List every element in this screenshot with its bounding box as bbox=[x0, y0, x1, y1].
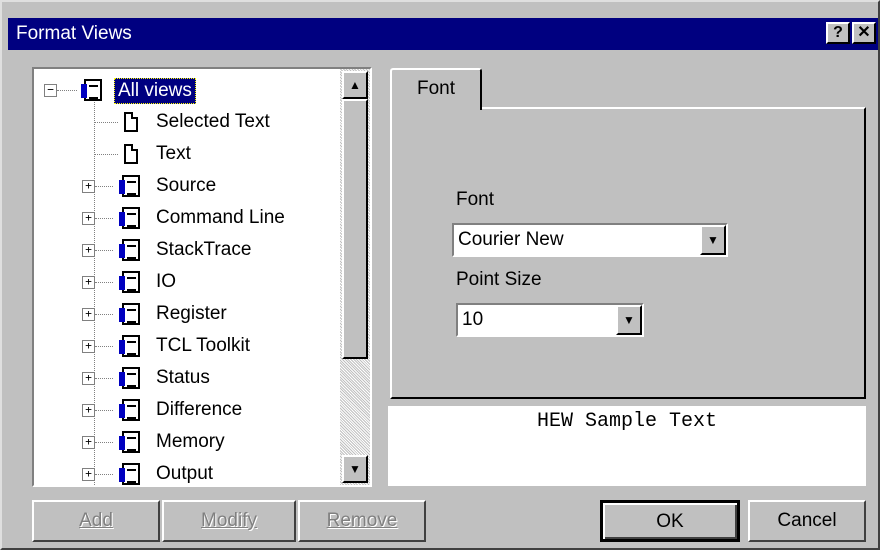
scroll-down-button[interactable]: ▼ bbox=[342, 455, 368, 483]
expand-icon[interactable]: + bbox=[82, 404, 95, 417]
tree-item-command-line[interactable]: + Command Line bbox=[34, 203, 340, 233]
font-dropdown-button[interactable]: ▼ bbox=[700, 225, 726, 255]
tree-item-source[interactable]: + Source bbox=[34, 171, 340, 201]
expand-icon[interactable]: + bbox=[82, 436, 95, 449]
font-select[interactable]: Courier New ▼ bbox=[452, 223, 728, 257]
tree-item-register[interactable]: + Register bbox=[34, 299, 340, 329]
collapse-icon[interactable]: − bbox=[44, 84, 57, 97]
close-button[interactable]: ✕ bbox=[852, 22, 876, 44]
tree-item-label: TCL Toolkit bbox=[156, 335, 250, 356]
tree-connector bbox=[95, 314, 113, 315]
tree-item-memory[interactable]: + Memory bbox=[34, 427, 340, 457]
tree-list: − All views Selected Text Text + Source + Comma… bbox=[34, 69, 340, 485]
point-size-select[interactable]: 10 ▼ bbox=[456, 303, 644, 337]
title-bar: Format Views ? ✕ bbox=[8, 18, 878, 50]
add-button[interactable]: Add bbox=[32, 500, 160, 542]
views-tree[interactable]: − All views Selected Text Text + Source + Comma… bbox=[32, 67, 372, 487]
tree-item-label: Difference bbox=[156, 399, 243, 420]
tree-item-output[interactable]: + Output bbox=[34, 459, 340, 485]
tree-item-label: Source bbox=[156, 175, 217, 196]
point-size-dropdown-button[interactable]: ▼ bbox=[616, 305, 642, 335]
tree-item-label: Selected Text bbox=[156, 111, 270, 132]
tree-connector bbox=[95, 474, 113, 475]
views-folder-icon bbox=[119, 207, 140, 229]
tree-connector bbox=[95, 346, 113, 347]
tree-item-label: StackTrace bbox=[156, 239, 252, 260]
tree-item-label: All views bbox=[114, 78, 196, 104]
window-title: Format Views bbox=[16, 23, 132, 44]
expand-icon[interactable]: + bbox=[82, 308, 95, 321]
sample-text: HEW Sample Text bbox=[536, 410, 718, 433]
tree-item-stacktrace[interactable]: + StackTrace bbox=[34, 235, 340, 265]
expand-icon[interactable]: + bbox=[82, 180, 95, 193]
tree-item-io[interactable]: + IO bbox=[34, 267, 340, 297]
views-folder-icon bbox=[119, 335, 140, 357]
scroll-up-button[interactable]: ▲ bbox=[342, 71, 368, 99]
tree-item-label: Command Line bbox=[156, 207, 285, 228]
scroll-thumb[interactable] bbox=[342, 99, 368, 359]
tree-item-label: Register bbox=[156, 303, 227, 324]
font-tab-panel: Font Courier New ▼ Point Size 10 ▼ bbox=[390, 107, 866, 399]
views-folder-icon bbox=[81, 79, 102, 101]
help-button[interactable]: ? bbox=[826, 22, 850, 44]
expand-icon[interactable]: + bbox=[82, 212, 95, 225]
tree-connector bbox=[95, 410, 113, 411]
expand-icon[interactable]: + bbox=[82, 276, 95, 289]
views-folder-icon bbox=[119, 239, 140, 261]
ok-button[interactable]: OK bbox=[600, 500, 740, 542]
tree-connector bbox=[95, 282, 113, 283]
views-folder-icon bbox=[119, 303, 140, 325]
tree-item-tcl-toolkit[interactable]: + TCL Toolkit bbox=[34, 331, 340, 361]
tree-item-label: Status bbox=[156, 367, 210, 388]
tree-item-text[interactable]: Text bbox=[34, 139, 340, 169]
tree-item-label: IO bbox=[156, 271, 177, 292]
views-folder-icon bbox=[119, 271, 140, 293]
tree-connector bbox=[95, 186, 113, 187]
expand-icon[interactable]: + bbox=[82, 244, 95, 257]
tree-connector bbox=[94, 122, 118, 123]
views-folder-icon bbox=[119, 175, 140, 197]
tree-item-label: Output bbox=[156, 463, 214, 484]
sample-preview: HEW Sample Text bbox=[388, 406, 866, 486]
expand-icon[interactable]: + bbox=[82, 340, 95, 353]
remove-button[interactable]: Remove bbox=[298, 500, 426, 542]
tree-item-selected-text[interactable]: Selected Text bbox=[34, 107, 340, 137]
tree-item-difference[interactable]: + Difference bbox=[34, 395, 340, 425]
expand-icon[interactable]: + bbox=[82, 372, 95, 385]
tab-font[interactable]: Font bbox=[390, 68, 482, 110]
tree-connector bbox=[95, 250, 113, 251]
tree-item-label: Memory bbox=[156, 431, 225, 452]
tree-scrollbar[interactable]: ▲ ▼ bbox=[340, 69, 370, 485]
point-size-label: Point Size bbox=[456, 269, 542, 290]
views-folder-icon bbox=[119, 431, 140, 453]
views-folder-icon bbox=[119, 463, 140, 485]
modify-button[interactable]: Modify bbox=[162, 500, 296, 542]
document-icon bbox=[124, 112, 138, 132]
font-select-value: Courier New bbox=[458, 229, 564, 250]
font-label: Font bbox=[456, 189, 495, 210]
point-size-select-value: 10 bbox=[462, 309, 484, 330]
views-folder-icon bbox=[119, 367, 140, 389]
document-icon bbox=[124, 144, 138, 164]
tree-connector bbox=[94, 154, 118, 155]
cancel-button[interactable]: Cancel bbox=[748, 500, 866, 542]
expand-icon[interactable]: + bbox=[82, 468, 95, 481]
tree-connector bbox=[95, 442, 113, 443]
tree-connector bbox=[95, 378, 113, 379]
tree-connector bbox=[95, 218, 113, 219]
tree-item-label: Text bbox=[156, 143, 191, 164]
tree-item-status[interactable]: + Status bbox=[34, 363, 340, 393]
tree-item-all-views[interactable]: − All views bbox=[34, 75, 340, 105]
tree-connector bbox=[57, 90, 77, 91]
format-views-dialog: Format Views ? ✕ − All views Selected Text… bbox=[0, 0, 880, 550]
views-folder-icon bbox=[119, 399, 140, 421]
